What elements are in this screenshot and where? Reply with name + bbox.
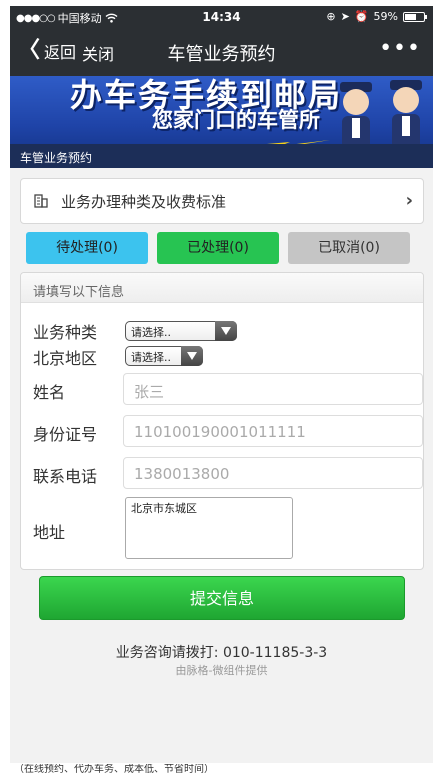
tab-processed[interactable]: 已处理(0) <box>157 232 279 264</box>
name-label: 姓名 <box>33 383 66 402</box>
id-number-label: 身份证号 <box>33 425 98 444</box>
battery-percent: 59% <box>373 10 398 23</box>
submit-button[interactable]: 提交信息 <box>39 576 405 620</box>
tab-cancelled[interactable]: 已取消(0) <box>288 232 410 264</box>
alarm-icon: ⏰ <box>354 10 369 23</box>
banner-line2: 您家门口的车管所 <box>152 107 320 132</box>
id-number-input[interactable]: 110100190001011111 <box>123 415 423 447</box>
phone-screen: ●●●○○ 中国移动 14:34 ⊕ ➤ ⏰ 59% 〈 返回 关闭 车管业务预… <box>10 6 433 763</box>
district-select[interactable]: 请选择.. <box>125 346 203 366</box>
phone-label: 联系电话 <box>33 467 98 486</box>
address-textarea[interactable]: 北京市东城区 <box>125 497 293 559</box>
building-icon <box>34 194 48 208</box>
section-title: 车管业务预约 <box>10 144 433 168</box>
credit-text: 由脉格-微组件提供 <box>175 664 268 677</box>
dropdown-arrow-icon <box>181 346 203 366</box>
fee-standard-link[interactable]: 业务办理种类及收费标准 › <box>20 178 424 224</box>
dropdown-arrow-icon <box>215 321 237 341</box>
tab-pending[interactable]: 待处理(0) <box>26 232 148 264</box>
top-bar: ●●●○○ 中国移动 14:34 ⊕ ➤ ⏰ 59% 〈 返回 关闭 车管业务预… <box>10 6 433 76</box>
district-label: 北京地区 <box>33 349 98 368</box>
chevron-right-icon: › <box>405 190 413 211</box>
form-header: 请填写以下信息 <box>21 273 423 303</box>
phone-input[interactable]: 1380013800 <box>123 457 423 489</box>
business-type-value: 请选择.. <box>131 326 171 339</box>
fee-standard-label: 业务办理种类及收费标准 <box>61 192 227 211</box>
battery-icon <box>403 11 427 22</box>
lock-rotation-icon: ⊕ <box>326 10 336 23</box>
more-menu-icon[interactable]: ••• <box>379 36 421 61</box>
address-label: 地址 <box>33 523 66 542</box>
status-bar: ●●●○○ 中国移动 14:34 ⊕ ➤ ⏰ 59% <box>10 6 433 28</box>
page-title: 车管业务预约 <box>167 44 276 65</box>
hotline-text: 业务咨询请拨打: 010-11185-3-3 <box>115 645 328 661</box>
location-icon: ➤ <box>340 10 350 23</box>
name-input[interactable]: 张三 <box>123 373 423 405</box>
business-type-select[interactable]: 请选择.. <box>125 321 237 341</box>
district-value: 请选择.. <box>131 351 171 364</box>
business-type-label: 业务种类 <box>33 323 98 342</box>
appointment-form: 请填写以下信息 业务种类 请选择.. 北京地区 请选择.. 姓名 张三 身份证号… <box>20 272 424 570</box>
nav-bar: 〈 返回 关闭 车管业务预约 ••• <box>10 32 433 70</box>
image-caption: （在线预约、代办车务、成本低、节省时间） <box>14 764 214 775</box>
